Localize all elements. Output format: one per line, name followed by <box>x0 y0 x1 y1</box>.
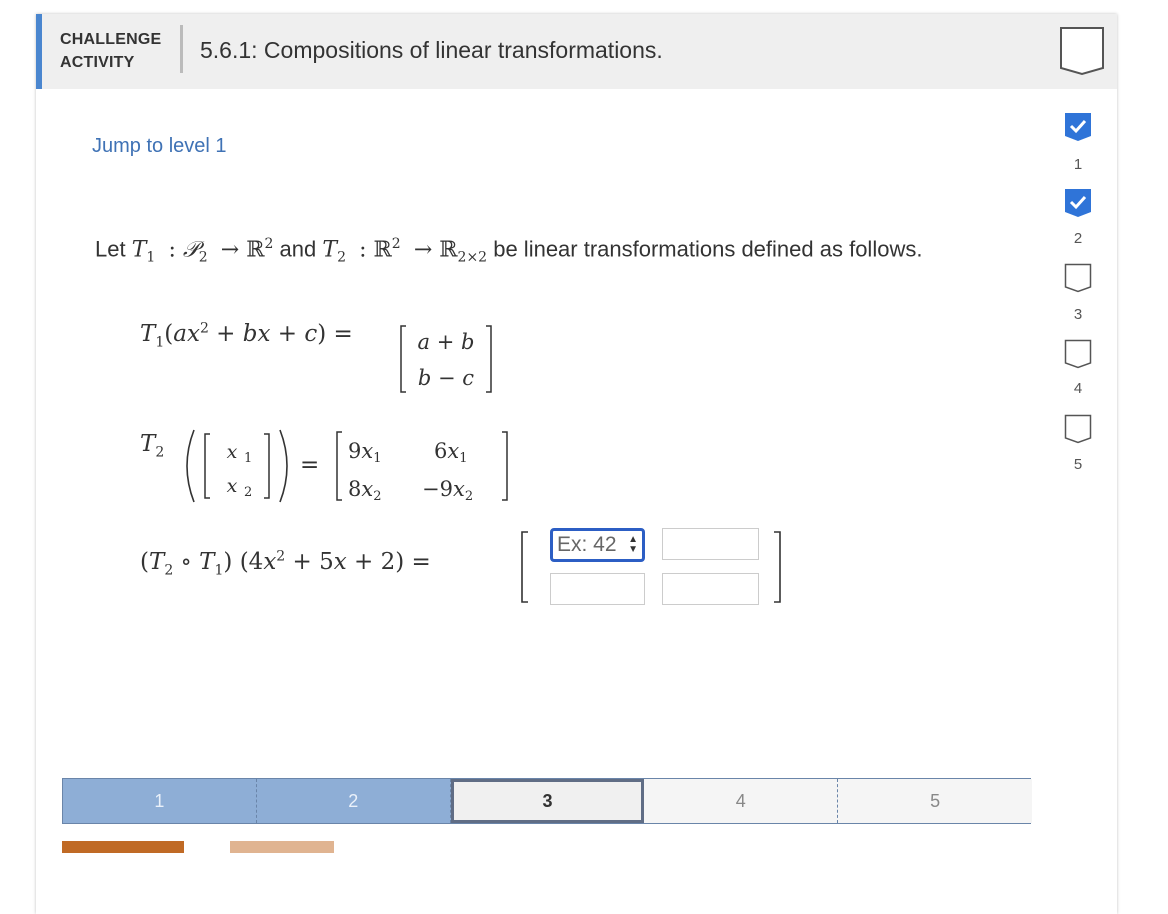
level-tab-1[interactable]: 1 <box>63 779 257 823</box>
level-tab-2[interactable]: 2 <box>256 779 451 823</box>
svg-text:a + b: a + b <box>418 330 475 354</box>
number-spinner-icon[interactable]: ▲ ▼ <box>628 535 638 555</box>
next-level-button[interactable] <box>230 841 334 853</box>
level-tab-3[interactable]: 3 <box>450 779 645 823</box>
activity-type-label: CHALLENGE ACTIVITY <box>60 31 162 71</box>
svg-text:9x1: 9x1 <box>348 439 382 466</box>
side-level-2[interactable] <box>1064 188 1092 223</box>
svg-text:2: 2 <box>244 485 252 500</box>
svg-text:1: 1 <box>244 451 252 466</box>
side-level-1[interactable] <box>1064 112 1092 147</box>
svg-text:x: x <box>227 441 238 463</box>
composition-equation: (T2 ∘ T1) (4x2 + 5x + 2) = <box>140 548 431 579</box>
side-level-3[interactable] <box>1064 263 1092 298</box>
side-level-5[interactable] <box>1064 414 1092 449</box>
svg-text:x: x <box>227 475 238 497</box>
header-divider <box>180 25 183 73</box>
svg-text:8x2: 8x2 <box>348 477 382 504</box>
t2-definition-label: T2 <box>140 431 165 461</box>
t2-result-matrix: 9x1 6x1 8x2 −9x2 <box>336 431 508 504</box>
check-badge-icon <box>1065 113 1091 141</box>
svg-text:6x1: 6x1 <box>434 439 468 466</box>
level-selector: 1 2 3 4 5 <box>62 778 1032 824</box>
svg-text:−9x2: −9x2 <box>422 477 473 504</box>
t2-input-vector: x 1 x 2 <box>186 429 288 503</box>
completion-badge-icon <box>1060 27 1104 76</box>
t1-result-matrix: a + b b − c <box>400 325 492 393</box>
empty-badge-icon <box>1064 414 1092 444</box>
jump-to-level-link[interactable]: Jump to level 1 <box>92 135 227 158</box>
empty-badge-icon <box>1064 263 1092 293</box>
answer-input-r1c2[interactable] <box>662 528 759 560</box>
activity-header: CHALLENGE ACTIVITY 5.6.1: Compositions o… <box>36 14 1117 89</box>
side-level-4[interactable] <box>1064 339 1092 374</box>
activity-title: 5.6.1: Compositions of linear transforma… <box>200 37 663 63</box>
svg-text:b − c: b − c <box>418 366 474 390</box>
answer-input-r2c1[interactable] <box>550 573 645 605</box>
level-tab-5[interactable]: 5 <box>838 779 1032 823</box>
answer-input-r1c1[interactable]: Ex: 42 ▲ ▼ <box>550 528 645 562</box>
check-badge-icon <box>1065 189 1091 217</box>
t1-definition: T1(ax2 + bx + c) = <box>140 320 353 351</box>
problem-statement: Let T1 : 𝒫2 → ℝ2 and T2 : ℝ2 → ℝ2×2 be l… <box>95 236 923 266</box>
level-tab-4[interactable]: 4 <box>644 779 839 823</box>
empty-badge-icon <box>1064 339 1092 369</box>
check-button[interactable] <box>62 841 184 853</box>
answer-input-r2c2[interactable] <box>662 573 759 605</box>
